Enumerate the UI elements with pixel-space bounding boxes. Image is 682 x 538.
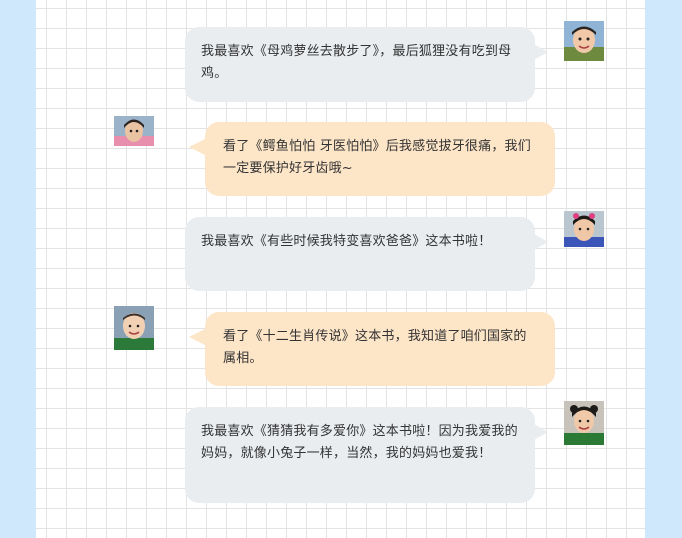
child-avatar-3[interactable] (564, 211, 604, 247)
chat-text-3: 我最喜欢《有些时候我特变喜欢爸爸》这本书啦！ (201, 234, 492, 249)
child-avatar-1[interactable] (564, 21, 604, 61)
chat-text-5: 我最喜欢《猜猜我有多爱你》这本书啦！因为我爱我的妈妈，就像小兔子一样，当然，我的… (201, 424, 518, 461)
child-avatar-2[interactable] (114, 116, 154, 146)
chat-bubble-1: 我最喜欢《母鸡萝丝去散步了》，最后狐狸没有吃到母鸡。 (185, 27, 535, 102)
right-margin (645, 0, 682, 538)
grid-paper-background: 我最喜欢《母鸡萝丝去散步了》，最后狐狸没有吃到母鸡。 看了《鳄鱼怕怕 牙医怕怕》… (36, 0, 645, 538)
chat-text-1: 我最喜欢《母鸡萝丝去散步了》，最后狐狸没有吃到母鸡。 (201, 44, 512, 81)
chat-text-2: 看了《鳄鱼怕怕 牙医怕怕》后我感觉拔牙很痛，我们一定要保护好牙齿哦~ (223, 139, 531, 176)
left-margin (0, 0, 36, 538)
chat-bubble-4: 看了《十二生肖传说》这本书，我知道了咱们国家的属相。 (205, 312, 555, 386)
bubble-tail-5 (534, 424, 548, 440)
bubble-tail-4 (189, 329, 205, 345)
child-avatar-5[interactable] (564, 401, 604, 445)
chat-bubble-5: 我最喜欢《猜猜我有多爱你》这本书啦！因为我爱我的妈妈，就像小兔子一样，当然，我的… (185, 407, 535, 503)
child-avatar-4[interactable] (114, 306, 154, 350)
chat-text-4: 看了《十二生肖传说》这本书，我知道了咱们国家的属相。 (223, 329, 527, 366)
chat-bubble-2: 看了《鳄鱼怕怕 牙医怕怕》后我感觉拔牙很痛，我们一定要保护好牙齿哦~ (205, 122, 555, 196)
bubble-tail-1 (534, 44, 548, 60)
bubble-tail-3 (534, 234, 548, 250)
chat-bubble-3: 我最喜欢《有些时候我特变喜欢爸爸》这本书啦！ (185, 217, 535, 291)
bubble-tail-2 (189, 139, 205, 155)
